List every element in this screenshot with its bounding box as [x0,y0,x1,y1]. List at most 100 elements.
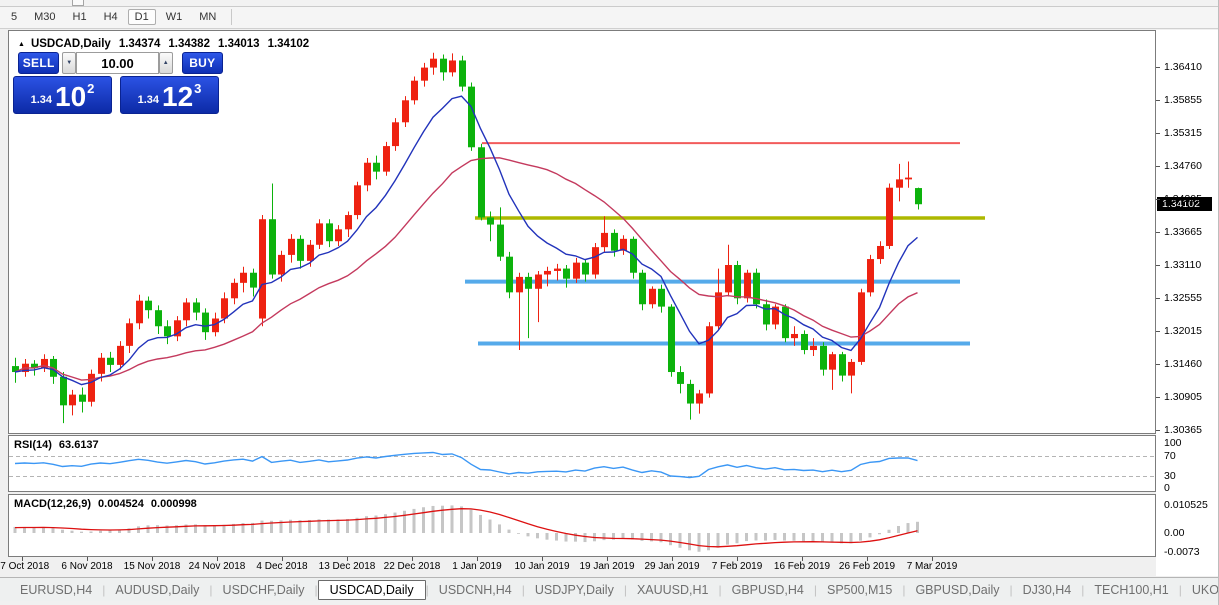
price-axis-tick [1156,397,1160,398]
macd-histogram-bar [61,529,64,533]
macd-histogram-bar [773,533,777,540]
candle-body [421,67,428,81]
candle-body [126,323,133,346]
candle-body [696,393,703,404]
candle-body [744,272,751,299]
volume-input[interactable]: 10.00 [76,52,159,74]
macd-histogram-bar [678,533,682,548]
macd-histogram-bar [897,525,900,533]
candle-body [411,80,418,101]
bid-price-prefix: 1.34 [30,94,53,106]
sell-button[interactable]: SELL [18,52,60,74]
timeframe-button-d1[interactable]: D1 [127,9,156,25]
ask-price-pips: 12 [162,81,194,112]
tab-eurusd-h4[interactable]: EURUSD,H4 [10,581,102,599]
candle-body [649,288,656,305]
timeframe-button-m30[interactable]: M30 [27,9,62,25]
toolbar-separator [231,9,233,25]
macd-histogram-bar [887,529,891,533]
macd-histogram-bar [498,524,501,533]
tab-sp500-m15[interactable]: SP500,M15 [817,581,902,599]
macd-histogram-bar [536,533,539,539]
candle-body [829,354,836,370]
macd-histogram-bar [336,519,340,533]
tab-usdjpy-daily[interactable]: USDJPY,Daily [525,581,624,599]
ohlc-open: 1.34374 [118,38,161,50]
macd-histogram-bar [403,510,406,533]
buy-button[interactable]: BUY [181,52,224,74]
macd-histogram-bar [260,520,264,533]
price-axis-tick [1156,331,1160,332]
rsi-axis-label: 0 [1164,482,1170,494]
chart-title: ▲ USDCAD,Daily 1.34374 1.34382 1.34013 1… [18,38,309,50]
candle-body [440,58,447,73]
candle-body [915,188,922,205]
timeframe-button-h1[interactable]: H1 [66,9,94,25]
tab-dj30-h4[interactable]: DJ30,H4 [1013,581,1082,599]
tab-xauusd-h1[interactable]: XAUUSD,H1 [627,581,719,599]
price-axis-tick [1156,430,1160,431]
ohlc-low: 1.34013 [217,38,260,50]
timeframe-buttons: 5 M30 H1 H4 D1 W1 MN [4,7,233,27]
macd-histogram-bar [878,533,881,535]
timeframe-button-h4[interactable]: H4 [97,9,125,25]
candle-body [801,333,808,351]
tab-usdcad-daily[interactable]: USDCAD,Daily [317,579,426,600]
macd-histogram-bar [213,525,216,533]
volume-decrease-button[interactable]: ▼ [62,52,77,74]
candle-body [611,232,618,251]
candle-body [193,302,200,313]
macd-histogram-bar [659,533,663,543]
tab-usdcnh-h4[interactable]: USDCNH,H4 [429,581,522,599]
candle-body [231,282,238,299]
date-axis-label: 7 Mar 2019 [906,561,958,572]
macd-indicator-label: MACD(12,26,9) 0.004524 0.000998 [14,498,197,510]
macd-histogram-bar [346,519,349,533]
collapse-triangle-icon[interactable]: ▲ [18,41,25,48]
candle-body [820,345,827,370]
macd-histogram-bar [906,523,910,533]
chart-tab-bar: EURUSD,H4 | AUDUSD,Daily | USDCHF,Daily | USDC… [0,577,1218,601]
macd-signal-line [14,508,918,548]
volume-increase-button[interactable]: ▲ [158,52,173,74]
price-pane: ▲ USDCAD,Daily 1.34374 1.34382 1.34013 1… [8,30,1156,434]
candle-body [725,265,732,293]
price-axis-label: 1.34760 [1164,160,1202,172]
price-axis-label: 1.30365 [1164,424,1202,436]
candle-body [763,304,770,325]
rsi-axis-label: 100 [1164,437,1182,449]
candle-body [687,383,694,404]
tab-usdchf-daily[interactable]: USDCHF,Daily [213,581,315,599]
macd-histogram-bar [583,533,587,543]
macd-histogram-bar [393,512,397,533]
tab-gbpusd-daily[interactable]: GBPUSD,Daily [905,581,1009,599]
macd-histogram-bar [811,533,815,542]
candle-body [402,100,409,123]
rsi-pane: RSI(14) 63.6137 [8,435,1156,492]
rsi-name: RSI(14) [14,439,52,451]
rsi-chart-surface[interactable] [9,436,1155,491]
timeframe-button-mn[interactable]: MN [192,9,223,25]
timeframe-button-w1[interactable]: W1 [159,9,190,25]
tab-gbpusd-h4[interactable]: GBPUSD,H4 [722,581,814,599]
macd-histogram-bar [821,533,824,543]
ask-price-box[interactable]: 1.34 12 3 [120,76,219,114]
candle-body [60,376,67,406]
tab-tech100-h1[interactable]: TECH100,H1 [1084,581,1178,599]
candle-body [677,372,684,384]
tab-ukoil[interactable]: UKOil, [1182,581,1218,599]
macd-histogram-bar [697,533,701,552]
one-click-trading-panel: SELL ▼ 10.00 ▲ BUY 1.34 10 2 1.34 12 3 [13,52,224,114]
candle-body [69,394,76,406]
window-bottom-edge [0,601,1218,605]
candle-body [335,229,342,242]
macd-histogram-bar [488,519,492,533]
bid-price-box[interactable]: 1.34 10 2 [13,76,112,114]
ask-price-point: 3 [194,81,202,96]
macd-histogram-bar [830,533,834,543]
macd-histogram-bar [156,525,159,533]
macd-histogram-bar [507,529,511,533]
timeframe-button-5[interactable]: 5 [4,9,24,25]
macd-histogram-bar [754,533,758,541]
tab-audusd-daily[interactable]: AUDUSD,Daily [105,581,209,599]
